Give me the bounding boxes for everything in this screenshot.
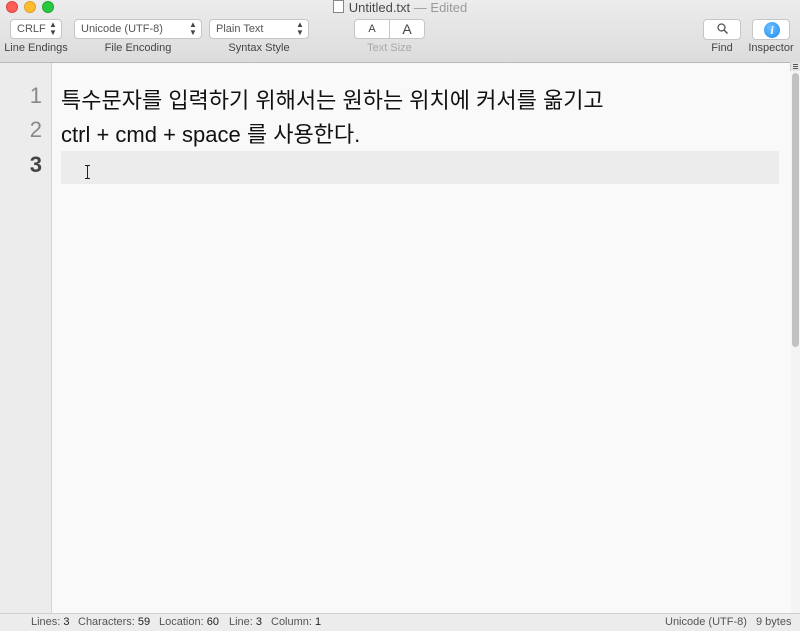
popup-arrows-icon: ▲ ▼ [49, 20, 57, 37]
line-number-2: 2 [29, 117, 42, 142]
file-encoding-value: Unicode (UTF-8) [81, 23, 163, 35]
magnifier-icon [717, 23, 728, 34]
find-label: Find [711, 42, 733, 54]
editor-window: Untitled.txt — Edited CRLF ▲ ▼ Line Endin… [0, 0, 800, 631]
line-endings-value: CRLF [17, 23, 46, 35]
text-line-1[interactable]: 특수문자를 입력하기 위해서는 원하는 위치에 커서를 옮기고 [61, 83, 604, 115]
popup-arrows-icon: ▲ ▼ [296, 20, 304, 37]
toolbar: Untitled.txt — Edited CRLF ▲ ▼ Line Endin… [0, 0, 800, 63]
status-file-size: 9 bytes [756, 616, 792, 628]
increase-text-size-button[interactable]: A [389, 19, 425, 39]
vertical-scrollbar[interactable] [791, 63, 800, 613]
line-number-3: 3 [29, 152, 42, 177]
line-number-gutter: 1 2 3 [0, 63, 52, 613]
syntax-style-popup[interactable]: Plain Text ▲ ▼ [209, 19, 309, 39]
inspector-label: Inspector [748, 42, 794, 54]
inspector-button[interactable]: i [752, 19, 790, 40]
status-line: Line: 3 [229, 616, 263, 628]
syntax-style-value: Plain Text [216, 23, 264, 35]
text-view[interactable]: 특수문자를 입력하기 위해서는 원하는 위치에 커서를 옮기고 ctrl + c… [52, 63, 792, 613]
ibeam-cursor-icon [85, 165, 90, 179]
document-filename: Untitled.txt [348, 0, 411, 15]
file-encoding-popup[interactable]: Unicode (UTF-8) ▲ ▼ [74, 19, 202, 39]
edited-indicator: — Edited [413, 0, 468, 15]
document-icon [332, 0, 344, 13]
find-button[interactable] [703, 19, 741, 40]
status-bar: Lines: 3 Characters: 59 Location: 60 Lin… [0, 613, 800, 631]
status-characters: Characters: 59 [78, 616, 151, 628]
syntax-style-label: Syntax Style [228, 42, 290, 54]
editor-area: 1 2 3 특수문자를 입력하기 위해서는 원하는 위치에 커서를 옮기고 ct… [0, 62, 800, 613]
status-column: Column: 1 [271, 616, 322, 628]
status-location: Location: 60 [159, 616, 219, 628]
split-view-icon[interactable] [790, 62, 800, 71]
scrollbar-thumb[interactable] [792, 73, 799, 347]
file-encoding-label: File Encoding [104, 42, 172, 54]
decrease-text-size-button[interactable]: A [354, 19, 390, 39]
line-endings-popup[interactable]: CRLF ▲ ▼ [10, 19, 62, 39]
current-line-highlight [61, 151, 779, 184]
info-icon: i [764, 22, 780, 38]
status-lines: Lines: 3 [31, 616, 70, 628]
status-encoding[interactable]: Unicode (UTF-8) [665, 614, 747, 631]
line-endings-label: Line Endings [4, 42, 68, 54]
popup-arrows-icon: ▲ ▼ [189, 20, 197, 37]
text-size-label: Text Size [367, 42, 412, 54]
window-title: Untitled.txt — Edited [0, 0, 800, 15]
line-number-1: 1 [29, 83, 42, 108]
text-line-2[interactable]: ctrl + cmd + space 를 사용한다. [61, 117, 360, 149]
